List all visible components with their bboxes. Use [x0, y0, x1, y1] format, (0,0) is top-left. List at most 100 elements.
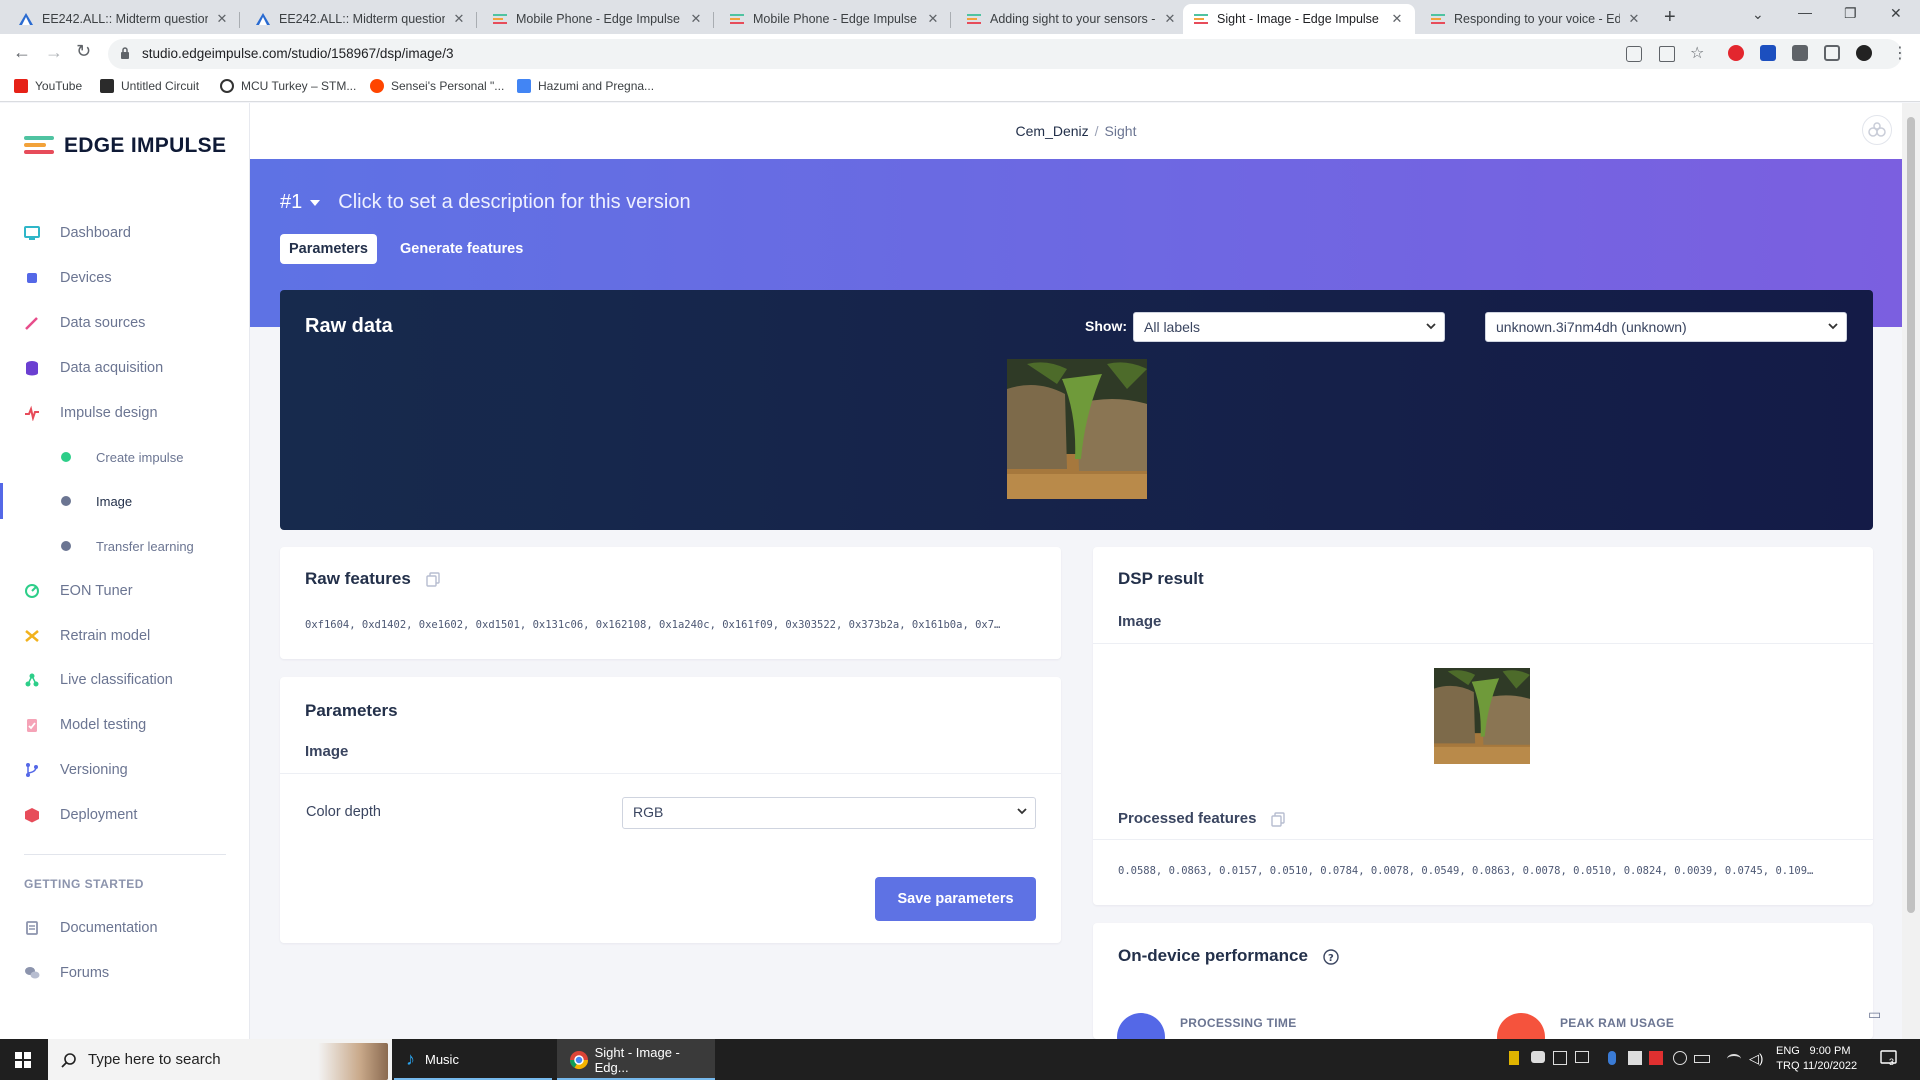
sidebar-item-deployment[interactable]: Deployment	[0, 797, 249, 833]
sidebar-item-eon-tuner[interactable]: EON Tuner	[0, 573, 249, 609]
edge-impulse-favicon-icon	[1430, 11, 1446, 27]
bookmark-youtube[interactable]: YouTube	[14, 79, 82, 93]
youtube-icon	[14, 79, 28, 93]
battery-icon[interactable]	[1694, 1055, 1710, 1063]
label-filter-select[interactable]: All labels	[1133, 312, 1445, 342]
extensions-puzzle-icon[interactable]	[1792, 45, 1808, 61]
breadcrumb-project[interactable]: Sight	[1105, 123, 1137, 139]
sidebar-item-impulse-design[interactable]: Impulse design	[0, 395, 249, 431]
version-description[interactable]: Click to set a description for this vers…	[338, 191, 690, 214]
close-tab-icon[interactable]: ✕	[1626, 11, 1642, 27]
browser-tab[interactable]: Mobile Phone - Edge Impulse D ✕	[719, 4, 951, 34]
bookmark-hazumi[interactable]: Hazumi and Pregna...	[517, 79, 654, 93]
sidebar-item-live-classification[interactable]: Live classification	[0, 662, 249, 698]
copy-icon[interactable]	[1270, 811, 1285, 827]
sidebar-item-devices[interactable]: Devices	[0, 260, 249, 296]
copy-icon[interactable]	[425, 572, 440, 587]
close-tab-icon[interactable]: ✕	[1162, 11, 1178, 27]
edge-impulse-logo-icon	[24, 133, 58, 159]
globe-icon	[220, 79, 234, 93]
user-avatar[interactable]	[1862, 115, 1892, 145]
notification-center-icon[interactable]: 3	[1880, 1049, 1898, 1067]
help-icon[interactable]: ?	[1322, 948, 1339, 965]
close-tab-icon[interactable]: ✕	[451, 11, 467, 27]
color-depth-select[interactable]: RGB	[622, 797, 1036, 829]
sample-select[interactable]: unknown.3i7nm4dh (unknown)	[1485, 312, 1847, 342]
volume-icon[interactable]: ◁)	[1749, 1051, 1763, 1067]
scrollbar-thumb[interactable]	[1907, 117, 1915, 913]
tab-search-chevron-icon[interactable]: ⌄	[1752, 6, 1764, 23]
tab-generate-features[interactable]: Generate features	[391, 234, 532, 264]
sidebar-item-forums[interactable]: Forums	[0, 955, 249, 991]
bookmark-mcu-turkey[interactable]: MCU Turkey – STM...	[220, 79, 356, 93]
bookmark-untitled-circuit[interactable]: Untitled Circuit	[100, 79, 199, 93]
browser-tab[interactable]: Responding to your voice - Edg ✕	[1420, 4, 1652, 34]
tray-monitor-icon[interactable]	[1575, 1051, 1589, 1063]
clock[interactable]: 9:00 PM 11/20/2022	[1800, 1044, 1860, 1074]
close-tab-icon[interactable]: ✕	[214, 11, 230, 27]
tray-discord-icon[interactable]	[1531, 1051, 1545, 1063]
windows-start-icon[interactable]	[15, 1052, 31, 1068]
input-language[interactable]: ENG TRQ	[1776, 1044, 1800, 1074]
breadcrumb-owner[interactable]: Cem_Deniz	[1016, 123, 1089, 139]
share-icon[interactable]	[1659, 46, 1675, 62]
version-selector[interactable]: #1 Click to set a description for this v…	[280, 191, 691, 214]
restore-icon[interactable]: ❐	[1844, 5, 1857, 22]
page-scrollbar[interactable]	[1902, 103, 1920, 1039]
tray-bluetooth-icon[interactable]	[1608, 1051, 1616, 1065]
browser-tab[interactable]: Mobile Phone - Edge Impulse D ✕	[482, 4, 714, 34]
tray-app-icon[interactable]	[1673, 1051, 1687, 1065]
new-tab-icon[interactable]: +	[1664, 6, 1676, 29]
close-window-icon[interactable]: ✕	[1890, 5, 1902, 22]
close-tab-icon[interactable]: ✕	[688, 11, 704, 27]
tray-app-icon[interactable]	[1649, 1051, 1663, 1065]
bookmarks-bar: YouTube Untitled Circuit MCU Turkey – ST…	[0, 72, 1920, 102]
edge-impulse-favicon-icon	[492, 11, 508, 27]
sidebar-item-versioning[interactable]: Versioning	[0, 752, 249, 788]
back-icon[interactable]: ←	[13, 42, 31, 63]
adblock-extension-icon[interactable]	[1728, 45, 1744, 61]
sidebar-item-data-acquisition[interactable]: Data acquisition	[0, 350, 249, 386]
chevron-down-icon	[1426, 323, 1436, 330]
tab-parameters[interactable]: Parameters	[280, 234, 377, 264]
sidebar-subitem-transfer-learning[interactable]: Transfer learning	[0, 528, 249, 564]
bookmark-sensei[interactable]: Sensei's Personal "...	[370, 79, 504, 93]
translate-icon[interactable]	[1626, 46, 1642, 62]
tray-app-icon[interactable]	[1628, 1051, 1642, 1065]
tray-app-icon[interactable]	[1553, 1051, 1567, 1065]
feedback-chat-icon[interactable]: ▭	[1868, 1006, 1881, 1023]
taskbar-search-box[interactable]: Type here to search	[48, 1039, 392, 1080]
edge-impulse-logo[interactable]: EDGE IMPULSE	[24, 133, 226, 159]
sidebar-item-data-sources[interactable]: Data sources	[0, 305, 249, 341]
browser-tab[interactable]: Adding sight to your sensors - E ✕	[956, 4, 1188, 34]
side-panel-icon[interactable]	[1824, 45, 1840, 61]
address-bar[interactable]: studio.edgeimpulse.com/studio/158967/dsp…	[108, 39, 1902, 69]
save-parameters-button[interactable]: Save parameters	[875, 877, 1036, 921]
forward-icon[interactable]: →	[45, 42, 63, 63]
sidebar-subitem-create-impulse[interactable]: Create impulse	[0, 439, 249, 475]
browser-menu-icon[interactable]: ⋮	[1892, 43, 1908, 63]
bookmark-star-icon[interactable]: ☆	[1690, 43, 1704, 63]
moodle-favicon-icon	[18, 11, 34, 27]
taskbar-app-chrome[interactable]: Sight - Image - Edg...	[557, 1039, 715, 1080]
taskbar-app-music[interactable]: ♪ Music	[394, 1039, 552, 1080]
browser-tab-active[interactable]: Sight - Image - Edge Impulse ✕	[1183, 4, 1415, 34]
reddit-icon	[370, 79, 384, 93]
close-tab-icon[interactable]: ✕	[1389, 11, 1405, 27]
sidebar-subitem-image[interactable]: Image	[0, 483, 249, 519]
wifi-icon[interactable]	[1727, 1054, 1741, 1064]
sidebar-item-dashboard[interactable]: Dashboard	[0, 215, 249, 251]
profile-avatar-icon[interactable]	[1856, 45, 1872, 61]
sidebar-item-model-testing[interactable]: Model testing	[0, 707, 249, 743]
browser-tab[interactable]: EE242.ALL:: Midterm question 1 ✕	[8, 4, 240, 34]
tray-app-icon[interactable]	[1509, 1051, 1519, 1065]
getting-started-heading: GETTING STARTED	[24, 877, 144, 891]
browser-tab[interactable]: EE242.ALL:: Midterm question 0 ✕	[245, 4, 477, 34]
sidebar-item-retrain-model[interactable]: Retrain model	[0, 618, 249, 654]
reload-icon[interactable]: ↻	[76, 41, 91, 62]
divider	[1093, 839, 1873, 840]
extension-d-icon[interactable]	[1760, 45, 1776, 61]
close-tab-icon[interactable]: ✕	[925, 11, 941, 27]
minimize-icon[interactable]: —	[1798, 4, 1812, 20]
sidebar-item-documentation[interactable]: Documentation	[0, 910, 249, 946]
